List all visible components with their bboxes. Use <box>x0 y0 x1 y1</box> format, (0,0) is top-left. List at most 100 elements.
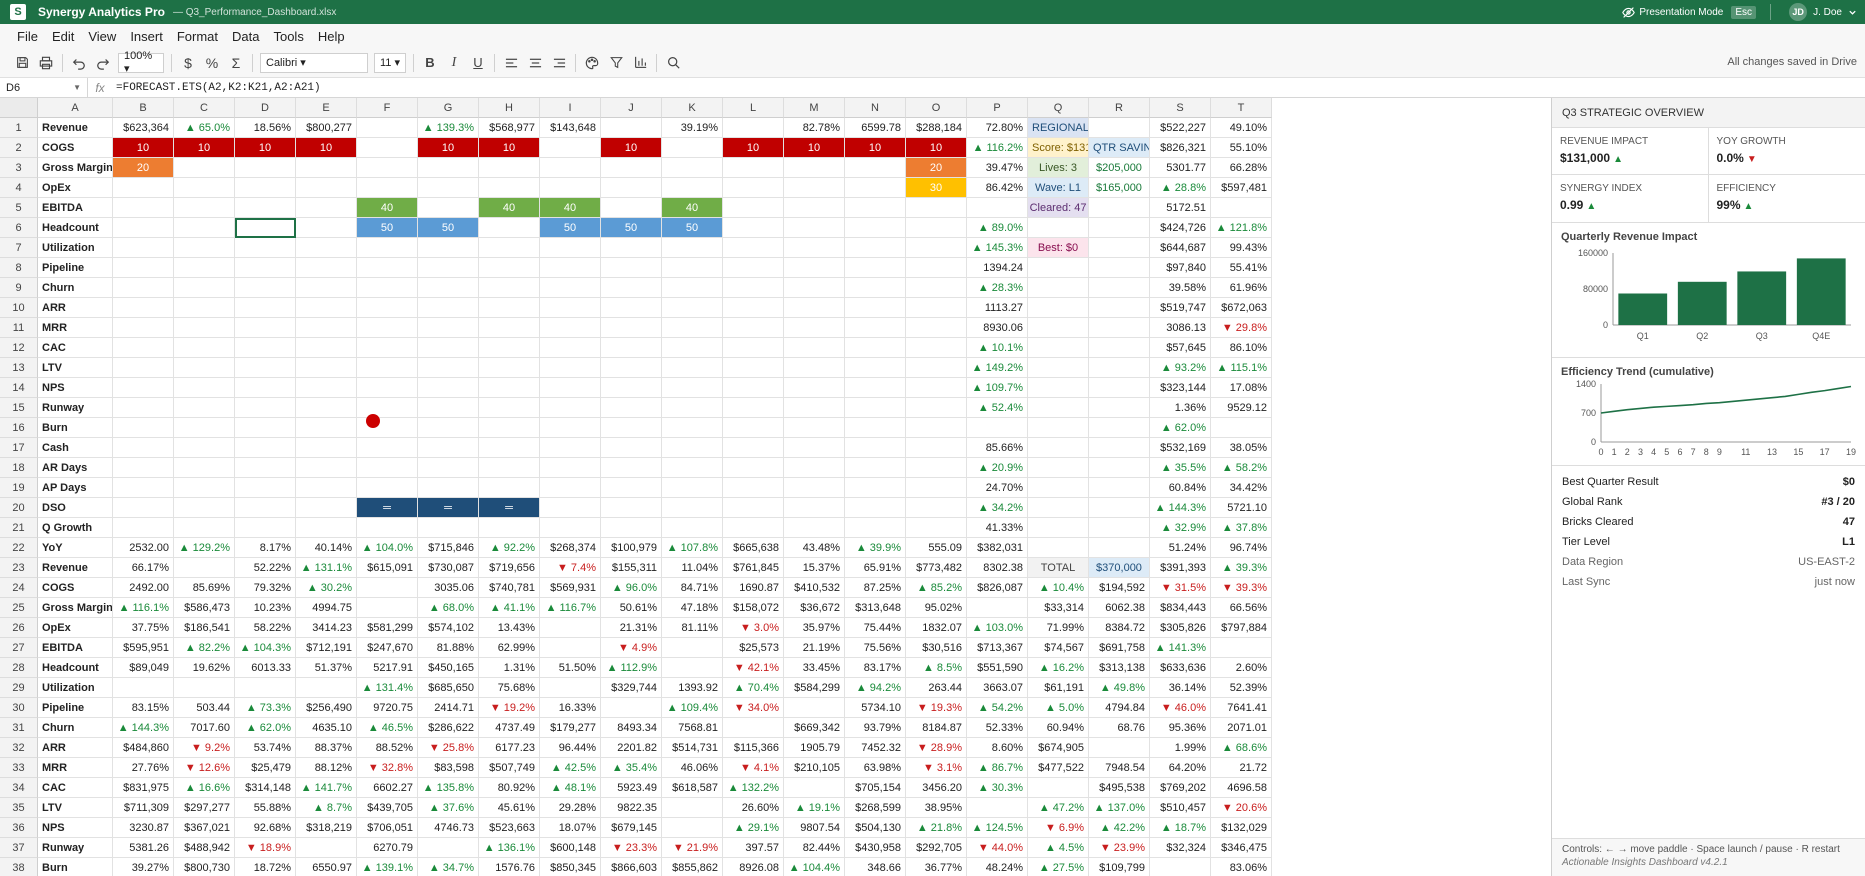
cell[interactable]: 37.75% <box>113 618 174 638</box>
brick-cell[interactable]: 40 <box>357 198 418 218</box>
cell[interactable]: 6013.33 <box>235 658 296 678</box>
brick-cell[interactable]: 10 <box>479 138 540 158</box>
cell[interactable]: $800,277 <box>296 118 357 138</box>
presentation-mode-button[interactable]: Presentation Mode Esc <box>1619 3 1759 21</box>
cell[interactable]: $305,826 <box>1150 618 1211 638</box>
cell[interactable]: $514,731 <box>662 738 723 758</box>
row-header-22[interactable]: 22 <box>0 538 38 558</box>
row-label-cell[interactable]: EBITDA <box>38 198 113 218</box>
cell[interactable]: 34.42% <box>1211 478 1272 498</box>
column-header-t[interactable]: T <box>1211 98 1272 118</box>
cell[interactable]: ▲ 49.8% <box>1089 678 1150 698</box>
cell[interactable]: ▲ 39.3% <box>1211 558 1272 578</box>
callout-cell[interactable]: REGIONAL L <box>1028 118 1089 138</box>
cell[interactable]: 75.68% <box>479 678 540 698</box>
cell[interactable]: 8302.38 <box>967 558 1028 578</box>
cell[interactable]: $850,345 <box>540 858 601 876</box>
cell[interactable]: 27.76% <box>113 758 174 778</box>
cell[interactable]: 83.06% <box>1211 858 1272 876</box>
cell[interactable] <box>540 418 601 438</box>
row-label-cell[interactable]: Burn <box>38 418 113 438</box>
cell[interactable] <box>662 638 723 658</box>
cell[interactable] <box>296 498 357 518</box>
cell[interactable]: 51.50% <box>540 658 601 678</box>
cell[interactable]: $712,191 <box>296 638 357 658</box>
cell[interactable]: $691,758 <box>1089 638 1150 658</box>
cell[interactable]: $719,656 <box>479 558 540 578</box>
cell[interactable]: 1905.79 <box>784 738 845 758</box>
cell[interactable] <box>845 238 906 258</box>
cell[interactable] <box>1028 518 1089 538</box>
cell[interactable]: $83,598 <box>418 758 479 778</box>
cell[interactable]: 75.44% <box>845 618 906 638</box>
cell[interactable] <box>1089 198 1150 218</box>
cell[interactable]: 47.18% <box>662 598 723 618</box>
cell[interactable]: $410,532 <box>784 578 845 598</box>
cell[interactable] <box>540 438 601 458</box>
cell[interactable]: 61.96% <box>1211 278 1272 298</box>
row-label-cell[interactable]: NPS <box>38 818 113 838</box>
cell[interactable]: 66.56% <box>1211 598 1272 618</box>
row-header-14[interactable]: 14 <box>0 378 38 398</box>
cell[interactable] <box>418 178 479 198</box>
cell[interactable]: $477,522 <box>1028 758 1089 778</box>
cell[interactable]: 88.12% <box>296 758 357 778</box>
cell[interactable]: 66.28% <box>1211 158 1272 178</box>
cell[interactable]: 6599.78 <box>845 118 906 138</box>
cell[interactable] <box>845 158 906 178</box>
cell[interactable] <box>113 458 174 478</box>
cell[interactable] <box>479 338 540 358</box>
cell[interactable]: 71.99% <box>1028 618 1089 638</box>
cell[interactable] <box>174 378 235 398</box>
cell[interactable] <box>479 478 540 498</box>
cell[interactable] <box>662 818 723 838</box>
cell[interactable]: $600,148 <box>540 838 601 858</box>
cell[interactable]: 35.97% <box>784 618 845 638</box>
cell[interactable]: 58.22% <box>235 618 296 638</box>
cell[interactable]: 45.61% <box>479 798 540 818</box>
cell[interactable] <box>174 558 235 578</box>
cell[interactable] <box>357 178 418 198</box>
cell[interactable] <box>540 518 601 538</box>
row-label-cell[interactable]: Revenue <box>38 118 113 138</box>
cell[interactable] <box>296 178 357 198</box>
cell[interactable]: ▲ 129.2% <box>174 538 235 558</box>
cell[interactable] <box>906 338 967 358</box>
cell[interactable] <box>662 658 723 678</box>
cell[interactable]: 8.17% <box>235 538 296 558</box>
row-label-cell[interactable]: LTV <box>38 358 113 378</box>
cell[interactable] <box>418 418 479 438</box>
cell[interactable]: $644,687 <box>1150 238 1211 258</box>
cell[interactable] <box>296 378 357 398</box>
cell[interactable] <box>662 158 723 178</box>
cell[interactable] <box>601 438 662 458</box>
font-select[interactable]: Calibri ▾ <box>260 52 368 73</box>
cell[interactable]: 3663.07 <box>967 678 1028 698</box>
cell[interactable] <box>357 398 418 418</box>
cell[interactable] <box>723 318 784 338</box>
cell[interactable] <box>113 418 174 438</box>
cell[interactable] <box>845 178 906 198</box>
cell[interactable]: 18.72% <box>235 858 296 876</box>
cell[interactable]: ▲ 34.2% <box>967 498 1028 518</box>
cell[interactable]: 4794.84 <box>1089 698 1150 718</box>
cell[interactable] <box>662 378 723 398</box>
cell[interactable] <box>235 678 296 698</box>
row-header-24[interactable]: 24 <box>0 578 38 598</box>
cell[interactable] <box>113 298 174 318</box>
cell[interactable] <box>479 178 540 198</box>
cell[interactable]: $519,747 <box>1150 298 1211 318</box>
cell[interactable]: 6550.97 <box>296 858 357 876</box>
brick-cell[interactable]: 40 <box>540 198 601 218</box>
callout-cell[interactable]: QTR SAVING <box>1089 138 1150 158</box>
cell[interactable]: $713,367 <box>967 638 1028 658</box>
cell[interactable] <box>418 838 479 858</box>
cell[interactable] <box>784 358 845 378</box>
cell[interactable]: ▲ 37.8% <box>1211 518 1272 538</box>
cell[interactable] <box>113 218 174 238</box>
cell[interactable] <box>723 458 784 478</box>
cell[interactable] <box>174 438 235 458</box>
cell[interactable]: $33,314 <box>1028 598 1089 618</box>
cell[interactable]: 13.43% <box>479 618 540 638</box>
cell[interactable] <box>113 238 174 258</box>
